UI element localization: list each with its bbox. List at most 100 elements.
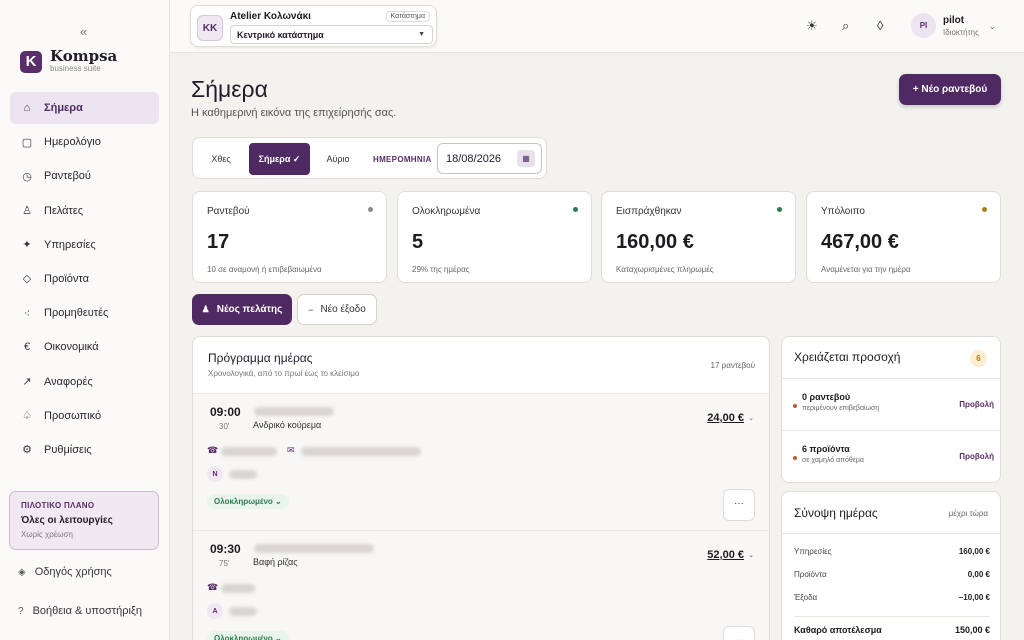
stat-card-appointments: Ραντεβού 17 10 σε αναμονή ή επιβεβαιωμέν… xyxy=(192,191,387,283)
summary-total-value: 150,00 € xyxy=(954,625,990,635)
date-navigator: Χθες Σήμερα ✓ Αύριο ΗΜΕΡΟΜΗΝΙΑ 18/08/202… xyxy=(192,137,547,179)
appointment-service: Ανδρικό κούρεμα xyxy=(253,420,322,430)
phone-redacted xyxy=(221,447,277,456)
user-role: Ιδιοκτήτης xyxy=(943,28,979,37)
sidebar-item-label: Ραντεβού xyxy=(44,170,91,183)
tab-tomorrow[interactable]: Αύριο xyxy=(313,143,363,175)
collapse-sidebar-icon[interactable]: « xyxy=(80,24,87,39)
search-icon[interactable]: ⌕ xyxy=(842,18,849,34)
sidebar-item-reports[interactable]: ↗ Αναφορές xyxy=(10,366,159,398)
status-badge[interactable]: Ολοκληρωμένο ⌄ xyxy=(207,631,289,640)
sidebar-item-today[interactable]: ⌂ Σήμερα xyxy=(10,92,159,124)
tab-yesterday[interactable]: Χθες xyxy=(199,143,243,175)
new-client-button[interactable]: ♟ Νέος πελάτης xyxy=(192,294,292,325)
avatar[interactable]: PI xyxy=(911,13,936,38)
summary-label: Έξοδα xyxy=(794,593,818,602)
sidebar-item-staff[interactable]: ♤ Προσωπικό xyxy=(10,400,159,432)
status-dot xyxy=(573,207,578,212)
status-dot xyxy=(982,207,987,212)
chevron-down-icon: ▼ xyxy=(418,31,425,38)
staff-avatar: N xyxy=(207,466,223,482)
user-menu-chevron-icon[interactable]: ⌄ xyxy=(989,22,996,31)
attention-row: 0 ραντεβού περιμένουν επιβεβαίωση Προβολ… xyxy=(782,379,1000,431)
new-appointment-button[interactable]: + Νέο ραντεβού xyxy=(899,74,1001,105)
view-link[interactable]: Προβολή xyxy=(959,400,994,409)
page-subtitle: Η καθημερινή εικόνα της επιχείρησής σας. xyxy=(191,107,397,119)
attention-panel: Χρειάζεται προσοχή 6 0 ραντεβού περιμένο… xyxy=(781,336,1001,483)
sidebar-item-calendar[interactable]: ▢ Ημερολόγιο xyxy=(10,126,159,158)
store-badge: Κατάστημα xyxy=(385,11,430,22)
stat-label: Ολοκληρωμένα xyxy=(412,206,481,217)
plan-card[interactable]: ΠΙΛΟΤΙΚΟ ΠΛΑΝΟ Όλες οι λειτουργίες Χωρίς… xyxy=(9,491,159,550)
schedule-title: Πρόγραμμα ημέρας xyxy=(208,351,313,365)
store-select[interactable]: Κεντρικό κατάστημα ▼ xyxy=(230,25,433,44)
status-dot xyxy=(777,207,782,212)
sidebar-item-products[interactable]: ◇ Προϊόντα xyxy=(10,263,159,295)
stat-label: Υπόλοιπο xyxy=(821,206,865,217)
brand[interactable]: K Kompsa business suite xyxy=(20,49,117,74)
chevron-down-icon[interactable]: ⌄ xyxy=(748,414,754,422)
stat-note: 29% της ημέρας xyxy=(412,265,470,274)
help-link[interactable]: ? Βοήθεια & υποστήριξη xyxy=(18,605,142,617)
summary-row: Έξοδα −10,00 € xyxy=(794,593,990,602)
warning-dot xyxy=(793,456,797,460)
warning-dot xyxy=(793,404,797,408)
attention-row: 6 προϊόντα σε χαμηλό απόθεμα Προβολή xyxy=(782,431,1000,483)
sidebar-item-appointments[interactable]: ◷ Ραντεβού xyxy=(10,160,159,192)
sidebar-item-label: Προϊόντα xyxy=(44,272,89,285)
theme-sun-icon[interactable]: ☀ xyxy=(806,18,818,34)
stat-value: 160,00 € xyxy=(616,231,694,253)
topbar: KK Atelier Κολωνάκι Κατάστημα Κεντρικό κ… xyxy=(170,0,1024,53)
stat-note: Καταχωρισμένες πληρωμές xyxy=(616,265,714,274)
sidebar-item-services[interactable]: ✦ Υπηρεσίες xyxy=(10,229,159,261)
tab-today[interactable]: Σήμερα ✓ xyxy=(249,143,310,175)
sidebar-item-label: Ρυθμίσεις xyxy=(44,443,92,456)
summary-value: −10,00 € xyxy=(958,593,990,602)
more-options-button[interactable]: ··· xyxy=(723,489,755,521)
calendar-icon[interactable]: ▦ xyxy=(517,150,535,167)
stat-card-collected: Εισπράχθηκαν 160,00 € Καταχωρισμένες πλη… xyxy=(601,191,796,283)
brand-name: Kompsa xyxy=(50,47,118,65)
attention-row-subtitle: σε χαμηλό απόθεμα xyxy=(802,457,864,464)
sidebar-item-clients[interactable]: ♙ Πελάτες xyxy=(10,195,159,227)
user-guide-link[interactable]: ◈ Οδηγός χρήσης xyxy=(18,566,112,578)
brand-subtitle: business suite xyxy=(50,64,101,73)
appointment-price[interactable]: 52,00 € xyxy=(707,549,744,561)
list-item[interactable]: 09:00 30' Ανδρικό κούρεμα 24,00 € ⌄ ☎ ✉ … xyxy=(193,394,769,531)
attention-row-title: 0 ραντεβού xyxy=(802,392,851,402)
appointment-duration: 30' xyxy=(219,422,230,431)
sparkle-icon: ✦ xyxy=(22,239,32,252)
staff-name-redacted xyxy=(229,470,257,479)
more-options-button[interactable]: ··· xyxy=(723,626,755,640)
sidebar-item-suppliers[interactable]: ⁖ Προμηθευτές xyxy=(10,297,159,329)
calendar-icon: ▢ xyxy=(21,136,33,149)
view-link[interactable]: Προβολή xyxy=(959,452,994,461)
list-item[interactable]: 09:30 75' Βαφή ρίζας 52,00 € ⌄ ☎ A Ολοκλ… xyxy=(193,531,769,640)
dots-icon: ⁖ xyxy=(23,307,31,320)
new-client-label: Νέος πελάτης xyxy=(216,304,283,315)
date-input[interactable]: 18/08/2026 ▦ xyxy=(437,143,542,174)
trend-icon: ↗ xyxy=(22,376,32,388)
staff-name-redacted xyxy=(229,607,257,616)
sidebar-item-settings[interactable]: ⚙ Ρυθμίσεις xyxy=(10,434,159,466)
stat-note: Αναμένεται για την ημέρα xyxy=(821,265,911,274)
day-schedule: Πρόγραμμα ημέρας Χρονολογικά, από το πρω… xyxy=(192,336,770,640)
sidebar-item-finance[interactable]: € Οικονομικά xyxy=(10,331,159,363)
summary-label: Υπηρεσίες xyxy=(794,547,832,556)
appointment-time: 09:30 xyxy=(210,542,241,556)
sidebar-item-label: Υπηρεσίες xyxy=(44,238,96,251)
stat-note: 10 σε αναμονή ή επιβεβαιωμένα xyxy=(207,265,322,274)
help-label: Βοήθεια & υποστήριξη xyxy=(32,605,142,617)
stat-card-balance: Υπόλοιπο 467,00 € Αναμένεται για την ημέ… xyxy=(806,191,1001,283)
store-switcher[interactable]: KK Atelier Κολωνάκι Κατάστημα Κεντρικό κ… xyxy=(190,5,437,47)
notification-icon[interactable]: ◊ xyxy=(877,18,883,33)
status-badge[interactable]: Ολοκληρωμένο ⌄ xyxy=(207,494,289,509)
summary-value: 160,00 € xyxy=(958,547,990,556)
sidebar-item-label: Αναφορές xyxy=(44,375,93,388)
page-title: Σήμερα xyxy=(191,76,268,102)
status-dot xyxy=(368,207,373,212)
sidebar-item-label: Οικονομικά xyxy=(44,341,99,354)
appointment-price[interactable]: 24,00 € xyxy=(707,412,744,424)
chevron-down-icon[interactable]: ⌄ xyxy=(748,551,754,559)
new-expense-button[interactable]: − Νέο έξοδο xyxy=(297,294,377,325)
